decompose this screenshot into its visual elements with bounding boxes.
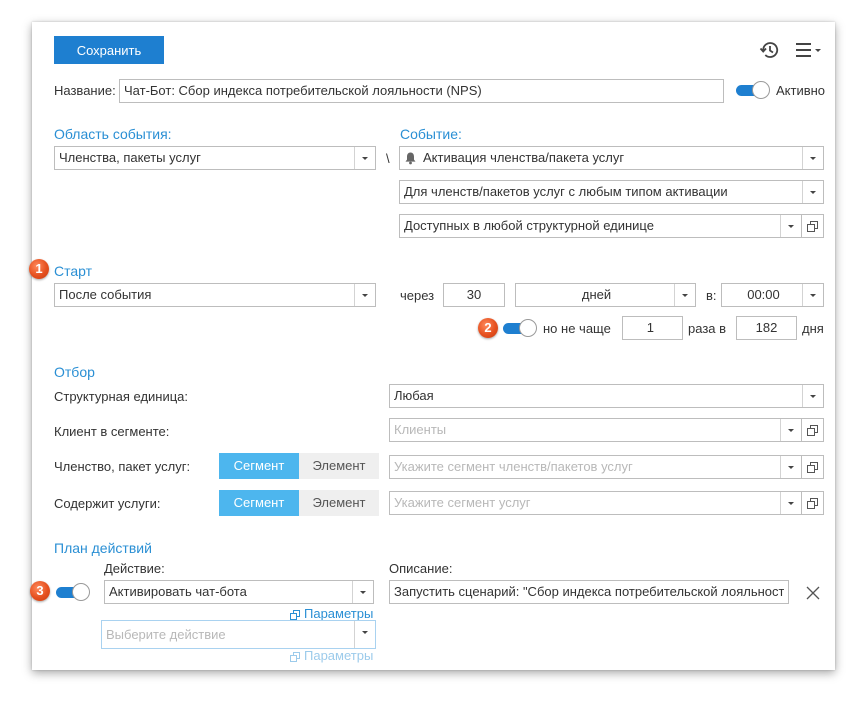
structural-unit-label: Структурная единица: (54, 389, 189, 404)
chevron-down-icon[interactable] (802, 284, 823, 306)
name-input[interactable]: Чат-Бот: Сбор индекса потребительской ло… (119, 79, 724, 103)
days-label: дня (802, 321, 824, 336)
open-external-icon[interactable] (802, 214, 824, 238)
next-action-select[interactable]: Выберите действие (101, 620, 376, 649)
chevron-down-icon[interactable] (802, 181, 823, 203)
open-external-icon[interactable] (802, 455, 824, 479)
membership-segment-tab[interactable]: Сегмент (219, 453, 299, 479)
menu-icon[interactable] (795, 40, 823, 60)
chevron-down-icon[interactable] (802, 385, 823, 407)
structural-unit-filter-select[interactable]: Доступных в любой структурной единице (399, 214, 802, 238)
action-select[interactable]: Активировать чат-бота (104, 580, 374, 604)
client-segment-placeholder: Клиенты (394, 422, 447, 437)
description-input[interactable]: Запустить сценарий: "Сбор индекса потреб… (389, 580, 789, 604)
time-unit-select[interactable]: дней (515, 283, 696, 307)
services-element-tab[interactable]: Элемент (299, 490, 379, 516)
step-badge-2: 2 (478, 318, 498, 338)
action-enabled-toggle[interactable] (56, 583, 90, 601)
frequency-limit-toggle[interactable] (503, 319, 537, 337)
next-action-params-label: Параметры (304, 648, 374, 663)
bell-icon (404, 151, 417, 165)
frequency-limit-label: но не чаще (543, 321, 611, 336)
activation-type-select[interactable]: Для членств/пакетов услуг с любым типом … (399, 180, 824, 204)
membership-element-tab[interactable]: Элемент (299, 453, 379, 479)
structural-unit-filter-value: Доступных в любой структурной единице (404, 218, 654, 233)
client-segment-label: Клиент в сегменте: (54, 424, 170, 439)
start-title: Старт (54, 263, 93, 279)
event-title: Событие: (400, 126, 462, 142)
active-label: Активно (776, 83, 826, 98)
close-icon[interactable] (804, 584, 822, 602)
chevron-down-icon[interactable] (354, 147, 375, 169)
separator-text: \ (386, 151, 390, 166)
services-segment-tab[interactable]: Сегмент (219, 490, 299, 516)
action-enabled-toggle-knob (72, 583, 90, 601)
membership-segment-placeholder: Укажите сегмент членств/пакетов услуг (394, 459, 633, 474)
membership-label: Членство, пакет услуг: (54, 459, 191, 474)
times-label: раза в (688, 321, 727, 336)
save-button[interactable]: Сохранить (54, 36, 164, 64)
time-unit-value: дней (581, 287, 612, 302)
chevron-down-icon[interactable] (780, 456, 801, 478)
services-segment-select[interactable]: Укажите сегмент услуг (389, 491, 802, 515)
services-label: Содержит услуги: (54, 496, 161, 511)
chevron-down-icon[interactable] (802, 147, 823, 169)
event-select[interactable]: Активация членства/пакета услуг (399, 146, 824, 170)
chevron-down-icon[interactable] (354, 621, 375, 648)
step-badge-1: 1 (29, 259, 49, 279)
name-value: Чат-Бот: Сбор индекса потребительской ло… (124, 83, 482, 98)
structural-unit-select[interactable]: Любая (389, 384, 824, 408)
link-icon (290, 610, 300, 621)
event-area-select[interactable]: Членства, пакеты услуг (54, 146, 376, 170)
action-plan-title: План действий (54, 540, 152, 556)
next-action-placeholder: Выберите действие (106, 627, 226, 642)
start-mode-value: После события (59, 287, 152, 302)
next-action-params-link[interactable]: Параметры (290, 648, 373, 664)
chevron-down-icon[interactable] (780, 419, 801, 441)
chevron-down-icon[interactable] (352, 581, 373, 603)
limit-days-input[interactable]: 182 (736, 316, 797, 340)
active-toggle[interactable] (736, 81, 770, 99)
name-label: Название: (54, 83, 116, 98)
at-label: в: (706, 288, 717, 303)
chevron-down-icon[interactable] (674, 284, 695, 306)
step-badge-3: 3 (30, 581, 50, 601)
structural-unit-value: Любая (394, 388, 434, 403)
open-external-icon[interactable] (802, 491, 824, 515)
action-label: Действие: (104, 561, 165, 576)
chevron-down-icon[interactable] (780, 215, 801, 237)
action-params-label: Параметры (304, 606, 374, 621)
event-value: Активация членства/пакета услуг (423, 150, 625, 165)
event-area-title: Область события: (54, 126, 172, 142)
event-area-value: Членства, пакеты услуг (59, 150, 201, 165)
time-select[interactable]: 00:00 (721, 283, 824, 307)
activation-type-value: Для членств/пакетов услуг с любым типом … (404, 184, 728, 199)
description-value: Запустить сценарий: "Сбор индекса потреб… (394, 584, 784, 599)
selection-title: Отбор (54, 364, 95, 380)
chevron-down-icon[interactable] (354, 284, 375, 306)
frequency-limit-toggle-knob (519, 319, 537, 337)
time-value: 00:00 (747, 287, 780, 302)
limit-count-input[interactable]: 1 (622, 316, 683, 340)
chevron-down-icon[interactable] (780, 492, 801, 514)
client-segment-select[interactable]: Клиенты (389, 418, 802, 442)
open-external-icon[interactable] (802, 418, 824, 442)
after-label: через (400, 288, 435, 303)
action-value: Активировать чат-бота (109, 584, 247, 599)
history-icon[interactable] (758, 38, 782, 62)
description-label: Описание: (389, 561, 453, 576)
active-toggle-knob (752, 81, 770, 99)
services-segment-placeholder: Укажите сегмент услуг (394, 495, 531, 510)
start-mode-select[interactable]: После события (54, 283, 376, 307)
link-icon (290, 652, 300, 663)
after-value-input[interactable]: 30 (443, 283, 505, 307)
membership-segment-select[interactable]: Укажите сегмент членств/пакетов услуг (389, 455, 802, 479)
